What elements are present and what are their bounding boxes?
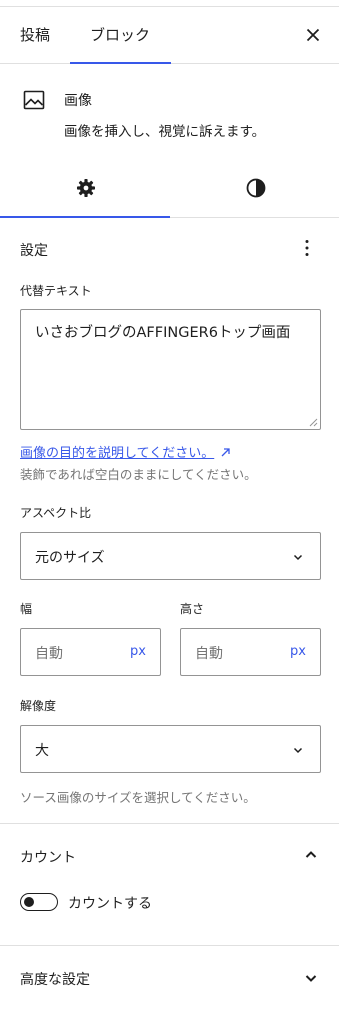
aspect-ratio-select[interactable]: 元のサイズ <box>20 532 321 580</box>
resize-handle-icon[interactable] <box>309 418 318 427</box>
height-placeholder: 自動 <box>195 646 223 662</box>
resolution-value: 大 <box>35 743 49 759</box>
alt-text-value: いさおブログのAFFINGER6トップ画面 <box>35 325 291 341</box>
image-icon <box>22 88 46 112</box>
resolution-label: 解像度 <box>20 699 57 713</box>
tab-post[interactable]: 投稿 <box>20 7 50 63</box>
close-button[interactable] <box>301 23 325 47</box>
width-placeholder: 自動 <box>35 646 63 662</box>
resolution-select[interactable]: 大 <box>20 725 321 773</box>
alt-help-link[interactable]: 画像の目的を説明してください。 <box>20 442 233 461</box>
height-label: 高さ <box>180 602 205 616</box>
external-link-icon <box>221 448 230 457</box>
count-panel-title[interactable]: カウント <box>20 847 76 867</box>
chevron-down-icon[interactable] <box>301 968 321 988</box>
alt-help-link-text: 画像の目的を説明してください。 <box>20 446 215 461</box>
width-unit[interactable]: px <box>130 644 146 659</box>
block-description: 画像を挿入し、視覚に訴えます。 <box>64 124 266 140</box>
active-sub-tab-indicator <box>0 216 170 218</box>
tab-settings[interactable] <box>74 176 98 200</box>
block-card: 画像 画像を挿入し、視覚に訴えます。 <box>0 64 339 162</box>
more-vertical-icon <box>305 240 309 256</box>
contrast-icon <box>246 178 266 198</box>
width-label: 幅 <box>20 602 33 616</box>
width-input[interactable]: 自動 px <box>20 628 161 676</box>
alt-text-label: 代替テキスト <box>20 284 92 298</box>
tab-block[interactable]: ブロック <box>90 7 150 63</box>
close-icon <box>306 28 320 42</box>
alt-text-field[interactable]: いさおブログのAFFINGER6トップ画面 <box>20 309 321 430</box>
block-title: 画像 <box>64 93 92 109</box>
divider <box>0 823 339 824</box>
options-button[interactable] <box>295 236 319 260</box>
height-unit[interactable]: px <box>290 644 306 659</box>
resolution-help-text: ソース画像のサイズを選択してください。 <box>20 790 256 805</box>
alt-help-text: 装飾であれば空白のままにしてください。 <box>20 467 257 482</box>
sidebar-header-tabs: 投稿 ブロック <box>0 7 339 64</box>
count-toggle[interactable] <box>20 893 58 911</box>
tab-styles[interactable] <box>244 176 268 200</box>
count-toggle-label: カウントする <box>68 896 152 912</box>
settings-section-title: 設定 <box>20 243 48 259</box>
chevron-down-icon <box>293 747 303 754</box>
chevron-down-icon <box>293 554 303 561</box>
inspector-sub-tabs <box>0 162 339 218</box>
gear-icon <box>77 179 95 197</box>
divider <box>0 945 339 946</box>
chevron-up-icon[interactable] <box>301 845 321 865</box>
toggle-knob <box>24 897 34 907</box>
aspect-ratio-value: 元のサイズ <box>35 550 105 566</box>
advanced-panel-title[interactable]: 高度な設定 <box>20 969 90 989</box>
height-input[interactable]: 自動 px <box>180 628 321 676</box>
aspect-ratio-label: アスペクト比 <box>20 506 92 520</box>
